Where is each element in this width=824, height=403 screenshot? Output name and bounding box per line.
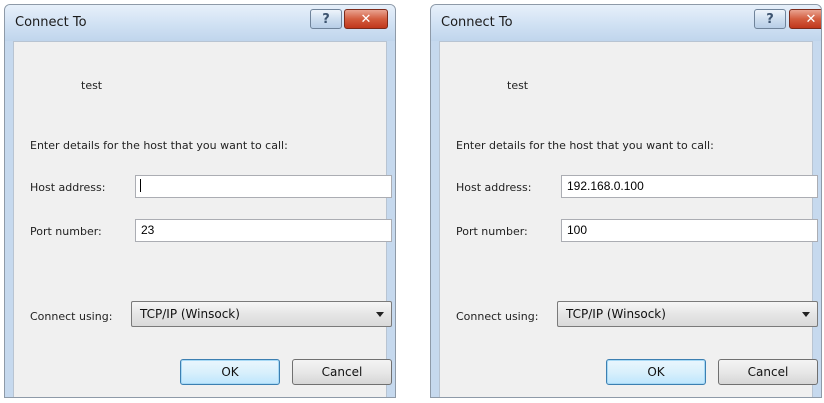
cancel-button[interactable]: Cancel (718, 359, 818, 385)
ok-button[interactable]: OK (606, 359, 706, 385)
chevron-down-icon (376, 312, 384, 317)
help-button[interactable]: ? (310, 9, 342, 29)
port-number-input[interactable]: 23 (135, 219, 392, 242)
host-address-label: Host address: (456, 181, 532, 194)
dialog-title: Connect To (15, 15, 87, 30)
connect-to-dialog-right: Connect To ? ✕ test Enter details for th… (430, 4, 822, 398)
dialog-body: test Enter details for the host that you… (13, 41, 392, 397)
port-number-label: Port number: (30, 225, 102, 238)
dialog-body: test Enter details for the host that you… (439, 41, 818, 397)
help-icon: ? (766, 11, 774, 27)
chevron-down-icon (802, 312, 810, 317)
title-bar[interactable]: Connect To ? ✕ (431, 5, 821, 41)
dialog-title: Connect To (441, 15, 513, 30)
title-bar[interactable]: Connect To ? ✕ (5, 5, 395, 41)
ok-button[interactable]: OK (180, 359, 280, 385)
host-address-input[interactable] (135, 175, 392, 198)
host-address-label: Host address: (30, 181, 106, 194)
close-button[interactable]: ✕ (789, 9, 821, 29)
instructions-text: Enter details for the host that you want… (30, 139, 288, 152)
port-number-label: Port number: (456, 225, 528, 238)
instructions-text: Enter details for the host that you want… (456, 139, 714, 152)
connect-using-label: Connect using: (30, 310, 113, 323)
close-icon: ✕ (360, 11, 372, 27)
cancel-button[interactable]: Cancel (292, 359, 392, 385)
close-icon: ✕ (805, 11, 817, 27)
connect-using-label: Connect using: (456, 310, 539, 323)
connect-using-value: TCP/IP (Winsock) (566, 307, 666, 321)
connect-using-select[interactable]: TCP/IP (Winsock) (131, 301, 392, 327)
connect-using-select[interactable]: TCP/IP (Winsock) (557, 301, 818, 327)
text-caret (140, 179, 141, 192)
connect-to-dialog-left: Connect To ? ✕ test Enter details for th… (4, 4, 396, 398)
connection-name: test (81, 79, 103, 92)
help-button[interactable]: ? (754, 9, 786, 29)
port-number-input[interactable]: 100 (561, 219, 818, 242)
connect-using-value: TCP/IP (Winsock) (140, 307, 240, 321)
help-icon: ? (322, 11, 330, 27)
close-button[interactable]: ✕ (344, 9, 388, 29)
host-address-input[interactable]: 192.168.0.100 (561, 175, 818, 198)
connection-name: test (507, 79, 529, 92)
